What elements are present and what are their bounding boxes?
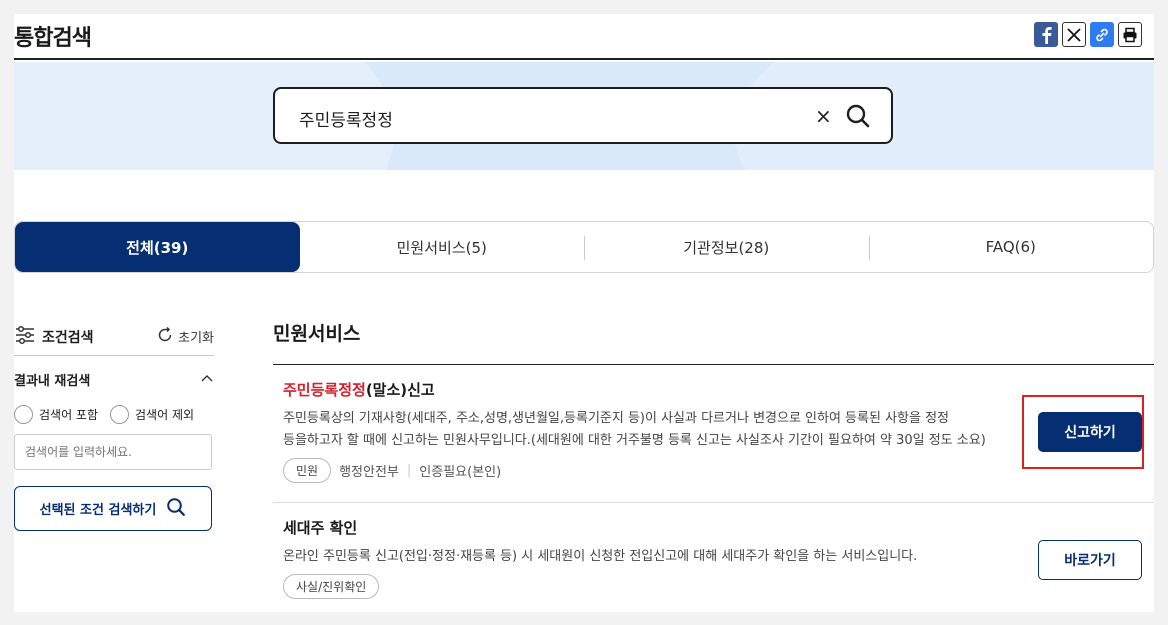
page-frame: 통합검색 주민등록정정 × 전체(39) 민원서비스(5) 기관정보(28) F…	[14, 14, 1154, 612]
research-keyword-input[interactable]	[14, 434, 212, 470]
filter-sidebar: 조건검색 초기화 결과내 재검색 검색어 포함 검색어 제외 검색어를 입력하세…	[14, 324, 214, 531]
tab-civil-service[interactable]: 민원서비스(5)	[300, 222, 585, 272]
reset-button[interactable]: 초기화	[156, 326, 214, 348]
refresh-icon	[156, 326, 174, 348]
research-header[interactable]: 결과내 재검색	[14, 370, 214, 389]
search-query[interactable]: 주민등록정정	[299, 106, 393, 131]
description-line: 등을하고자 할 때에 신고하는 민원사무입니다.(세대원에 대한 거주불명 등록…	[283, 433, 986, 448]
result-item: 세대주 확인 온라인 주민등록 신고(전입·정정·재등록 등) 시 세대원이 신…	[273, 503, 1154, 612]
clear-icon[interactable]: ×	[815, 104, 832, 128]
tab-agency-info[interactable]: 기관정보(28)	[584, 222, 869, 272]
result-item: 주민등록정정(말소)신고 주민등록상의 기재사항(세대주, 주소,성명,생년월일…	[273, 365, 1154, 503]
exclude-keyword-radio[interactable]: 검색어 제외	[110, 405, 194, 424]
filter-title: 조건검색	[14, 325, 94, 349]
include-keyword-radio[interactable]: 검색어 포함	[14, 405, 98, 424]
section-title: 민원서비스	[273, 319, 1154, 365]
category-tabs: 전체(39) 민원서비스(5) 기관정보(28) FAQ(6)	[14, 221, 1154, 273]
category-tag: 민원	[283, 458, 332, 483]
filter-search-label: 선택된 조건 검색하기	[39, 503, 157, 518]
result-title[interactable]: 세대주 확인	[283, 517, 1154, 538]
page-title: 통합검색	[14, 26, 92, 51]
auth-label: 인증필요(본인)	[419, 465, 502, 480]
category-tag: 사실/진위확인	[283, 574, 380, 599]
meta-divider: |	[406, 463, 412, 478]
report-button[interactable]: 신고하기	[1038, 412, 1142, 452]
description-line: 온라인 주민등록 신고(전입·정정·재등록 등) 시 세대원이 신청한 전입신고…	[283, 549, 918, 564]
tab-all[interactable]: 전체(39)	[15, 222, 300, 272]
agency-label: 행정안전부	[339, 465, 399, 480]
print-icon[interactable]	[1118, 22, 1142, 47]
search-icon	[166, 497, 186, 521]
research-title: 결과내 재검색	[14, 374, 91, 389]
facebook-icon[interactable]	[1034, 22, 1058, 47]
radio-circle[interactable]	[14, 405, 33, 424]
radio-circle[interactable]	[110, 405, 130, 424]
x-icon[interactable]	[1062, 22, 1086, 47]
chevron-up-icon[interactable]	[200, 372, 214, 387]
result-description: 온라인 주민등록 신고(전입·정정·재등록 등) 시 세대원이 신청한 전입신고…	[283, 546, 1013, 568]
exclude-keyword-label: 검색어 제외	[135, 408, 195, 422]
tab-faq[interactable]: FAQ(6)	[868, 222, 1154, 272]
result-description: 주민등록상의 기재사항(세대주, 주소,성명,생년월일,등록기준지 등)이 사실…	[283, 408, 1013, 452]
include-keyword-label: 검색어 포함	[39, 408, 99, 422]
title-rest[interactable]: (말소)신고	[366, 381, 435, 399]
search-icon[interactable]	[845, 103, 871, 133]
go-button[interactable]: 바로가기	[1038, 540, 1142, 580]
filter-search-button[interactable]: 선택된 조건 검색하기	[14, 486, 212, 531]
page-header: 통합검색	[14, 14, 1154, 60]
description-line: 주민등록상의 기재사항(세대주, 주소,성명,생년월일,등록기준지 등)이 사실…	[283, 411, 949, 426]
research-options: 검색어 포함 검색어 제외	[14, 405, 214, 424]
reset-label: 초기화	[178, 331, 214, 346]
share-toolbar	[1034, 22, 1142, 47]
sliders-icon	[14, 325, 36, 349]
title-highlight[interactable]: 주민등록정정	[283, 381, 366, 399]
results-area: 민원서비스 주민등록정정(말소)신고 주민등록상의 기재사항(세대주, 주소,성…	[273, 319, 1154, 612]
search-input[interactable]: 주민등록정정 ×	[273, 87, 893, 144]
filter-header: 조건검색 초기화	[14, 324, 214, 356]
filter-title-label: 조건검색	[42, 329, 94, 346]
link-icon[interactable]	[1090, 22, 1114, 47]
result-meta: 사실/진위확인	[283, 574, 1154, 599]
